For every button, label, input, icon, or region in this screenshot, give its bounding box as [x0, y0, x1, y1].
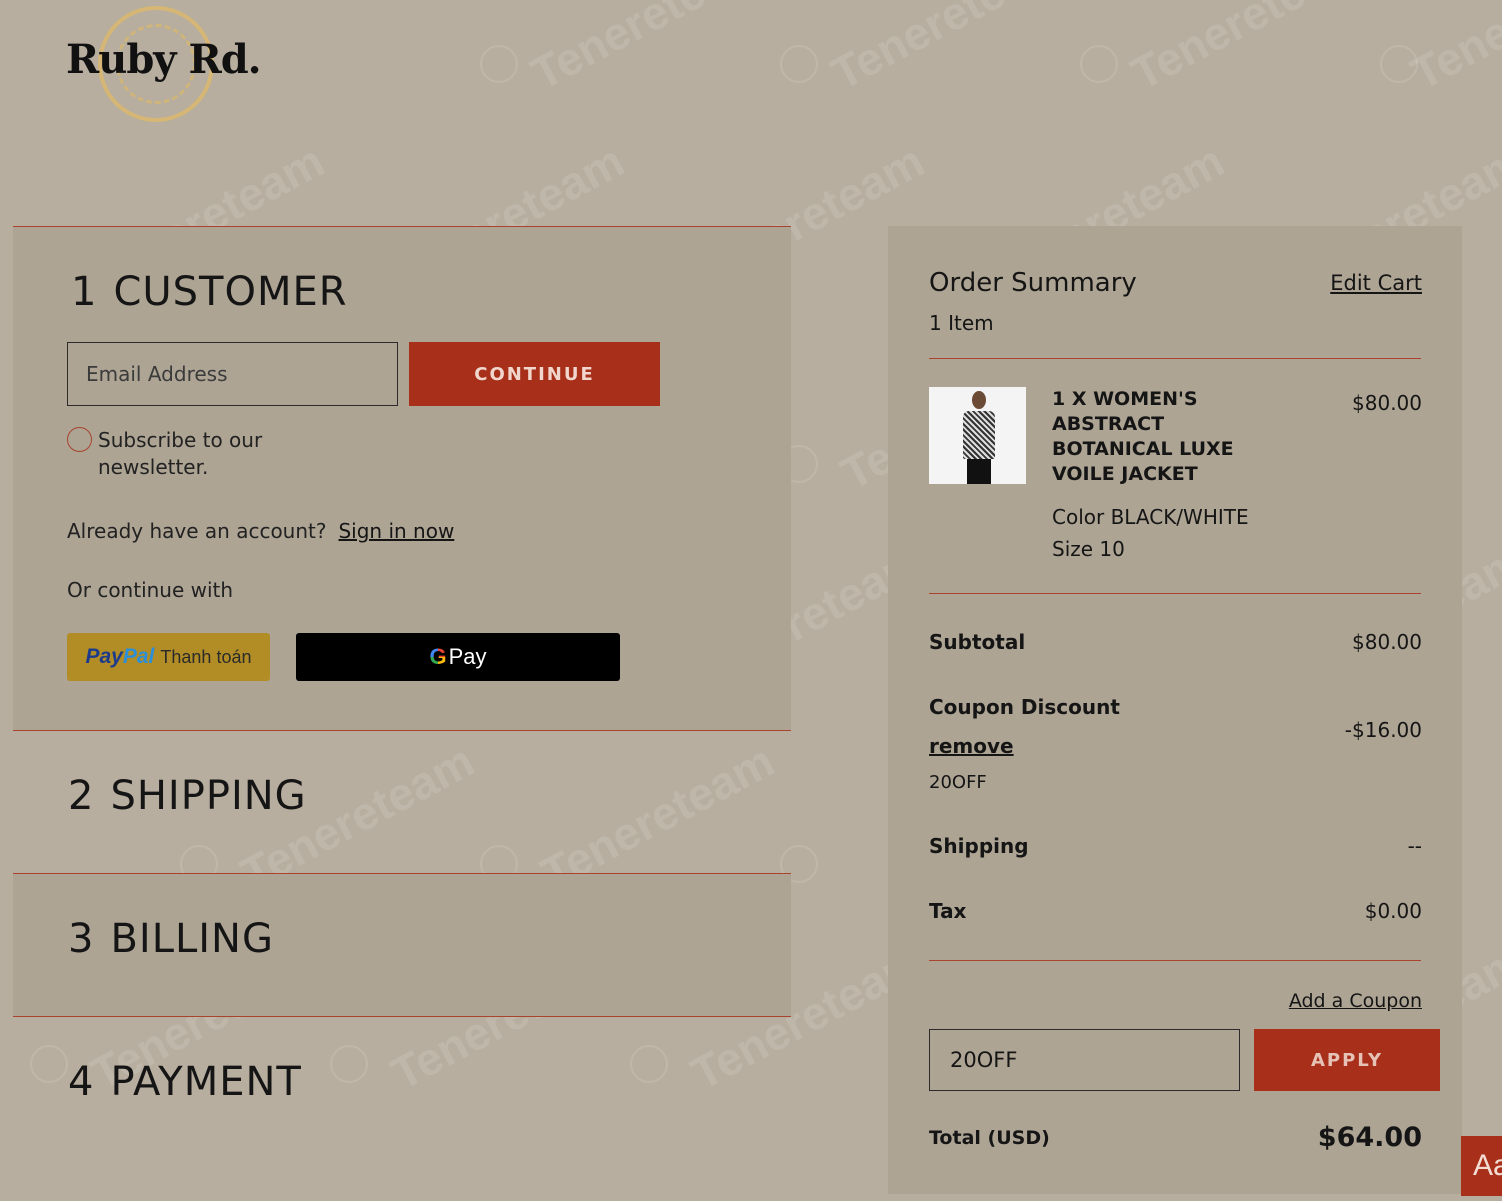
watermark-text: Tenereteam [1122, 0, 1373, 100]
watermark-text: Tenereteam [1402, 0, 1502, 100]
watermark-seal-icon [1380, 45, 1418, 83]
watermark-seal-icon [480, 45, 518, 83]
sign-in-link[interactable]: Sign in now [338, 519, 454, 543]
subtotal-value: $80.00 [1352, 630, 1422, 654]
watermark-text: Tenereteam [822, 0, 1073, 100]
remove-coupon-link[interactable]: remove [929, 734, 1014, 758]
watermark-seal-icon [1080, 45, 1118, 83]
newsletter-checkbox[interactable]: Subscribe to our newsletter. [67, 427, 298, 481]
newsletter-radio[interactable] [67, 427, 92, 452]
step-label: PAYMENT [110, 1059, 302, 1105]
step-billing[interactable]: 3 BILLING [13, 873, 791, 1017]
continue-button[interactable]: CONTINUE [409, 342, 660, 406]
coupon-input[interactable] [929, 1029, 1240, 1091]
account-prompt-text: Already have an account? [67, 519, 327, 543]
watermark-seal-icon [780, 45, 818, 83]
order-summary-title: Order Summary [929, 268, 1137, 298]
or-continue-label: Or continue with [67, 578, 234, 602]
model-head-shape [972, 391, 986, 409]
product-thumbnail [929, 387, 1026, 484]
divider [929, 960, 1421, 961]
product-color: Color BLACK/WHITE [1052, 505, 1249, 529]
google-pay-label: Pay [448, 644, 487, 669]
step-payment-title: 4 PAYMENT [68, 1059, 302, 1105]
step-billing-title: 3 BILLING [68, 916, 274, 962]
step-number: 1 [71, 269, 98, 315]
google-g-icon: G [429, 644, 447, 669]
shipping-label: Shipping [929, 834, 1029, 858]
coupon-discount-label: Coupon Discount [929, 695, 1120, 719]
step-customer: 1 CUSTOMER CONTINUE Subscribe to our new… [13, 226, 791, 731]
coupon-discount-value: -$16.00 [1344, 718, 1422, 742]
total-value: $64.00 [1317, 1122, 1422, 1153]
apply-coupon-button[interactable]: APPLY [1254, 1029, 1440, 1091]
product-price: $80.00 [1352, 391, 1422, 415]
divider [929, 593, 1421, 594]
brand-logo[interactable]: Ruby Rd. [66, 6, 266, 126]
shipping-value: -- [1407, 834, 1422, 858]
applied-coupon-code: 20OFF [929, 772, 987, 793]
newsletter-label: Subscribe to our newsletter. [98, 428, 263, 479]
order-summary: Order Summary Edit Cart 1 Item 1 X WOMEN… [888, 226, 1462, 1194]
step-shipping-title: 2 SHIPPING [68, 773, 307, 819]
account-prompt-line: Already have an account? Sign in now [67, 519, 454, 543]
tax-value: $0.00 [1364, 899, 1422, 923]
google-pay-button[interactable]: G Pay [296, 633, 620, 681]
jacket-shape [963, 411, 995, 459]
paypal-logo-icon: PayPal [86, 645, 155, 669]
paypal-logo-pal: Pal [122, 645, 155, 668]
edit-cart-link[interactable]: Edit Cart [1330, 271, 1422, 295]
total-label: Total (USD) [929, 1127, 1050, 1149]
email-field[interactable] [67, 342, 398, 406]
step-label: CUSTOMER [113, 269, 348, 315]
checkout-steps: 1 CUSTOMER CONTINUE Subscribe to our new… [13, 226, 791, 1197]
paypal-label: Thanh toán [160, 646, 252, 667]
divider [929, 358, 1421, 359]
accessibility-button[interactable]: Aa [1461, 1136, 1502, 1196]
step-number: 4 [68, 1059, 95, 1105]
item-count: 1 Item [929, 311, 994, 335]
step-shipping[interactable]: 2 SHIPPING [13, 731, 791, 873]
paypal-button[interactable]: PayPal Thanh toán [67, 633, 270, 681]
subtotal-label: Subtotal [929, 630, 1026, 654]
paypal-logo-pay: Pay [85, 645, 123, 668]
tax-label: Tax [929, 899, 967, 923]
step-payment[interactable]: 4 PAYMENT [13, 1017, 791, 1197]
step-label: SHIPPING [110, 773, 307, 819]
step-number: 2 [68, 773, 95, 819]
step-number: 3 [68, 916, 95, 962]
logo-text: Ruby Rd. [66, 36, 262, 83]
step-label: BILLING [110, 916, 274, 962]
product-size: Size 10 [1052, 537, 1125, 561]
model-legs-shape [967, 459, 991, 484]
watermark-text: Tenereteam [522, 0, 773, 100]
step-customer-title: 1 CUSTOMER [71, 269, 348, 315]
product-name: 1 X WOMEN'S ABSTRACT BOTANICAL LUXE VOIL… [1052, 388, 1234, 485]
add-coupon-link[interactable]: Add a Coupon [1289, 990, 1422, 1012]
